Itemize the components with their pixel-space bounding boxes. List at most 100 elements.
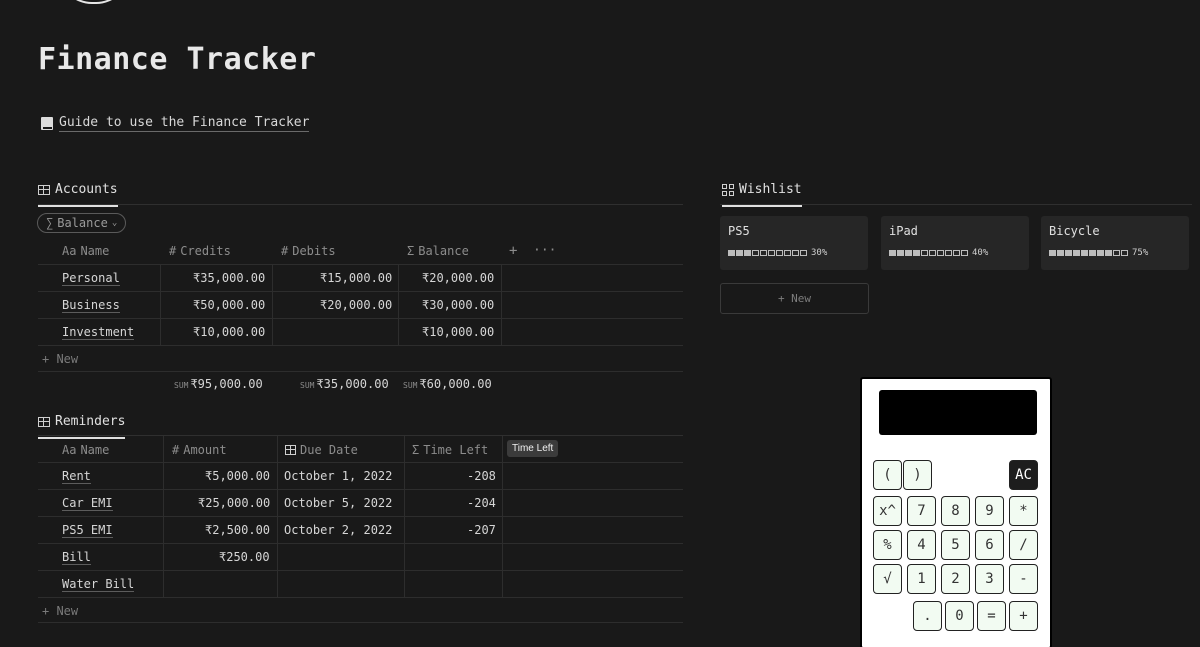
column-divider xyxy=(501,264,502,346)
key-sqrt[interactable]: √ xyxy=(873,564,902,594)
column-header-balance[interactable]: Σ Balance xyxy=(407,244,469,258)
guide-link[interactable]: Guide to use the Finance Tracker xyxy=(41,115,310,132)
column-divider xyxy=(163,436,164,598)
key-clear[interactable]: AC xyxy=(1009,460,1038,490)
column-header-name[interactable]: Aa Name xyxy=(62,443,109,457)
reminders-new-button[interactable]: + New xyxy=(42,604,78,618)
reminder-name[interactable]: Water Bill xyxy=(62,577,135,592)
column-header-due-date[interactable]: Due Date xyxy=(285,443,358,457)
key-8[interactable]: 8 xyxy=(941,496,970,526)
key-right-paren[interactable]: ) xyxy=(903,460,932,490)
calculator-display xyxy=(879,390,1037,435)
sum-label: SUM xyxy=(403,381,418,390)
text-type-icon: Aa xyxy=(62,443,77,457)
column-header-credits[interactable]: # Credits xyxy=(169,244,231,258)
key-multiply[interactable]: * xyxy=(1009,496,1038,526)
number-type-icon: # xyxy=(172,443,180,457)
sum-credits[interactable]: SUM ₹95,000.00 xyxy=(174,377,263,391)
book-icon xyxy=(41,117,53,130)
column-divider xyxy=(404,436,405,598)
key-decimal[interactable]: . xyxy=(913,601,942,631)
add-column-icon[interactable]: + xyxy=(509,243,517,259)
key-4[interactable]: 4 xyxy=(907,530,936,560)
text-type-icon: Aa xyxy=(62,244,77,258)
key-9[interactable]: 9 xyxy=(975,496,1004,526)
reminder-name[interactable]: Rent xyxy=(62,469,91,484)
key-subtract[interactable]: - xyxy=(1009,564,1038,594)
sum-debits[interactable]: SUM ₹35,000.00 xyxy=(300,377,389,391)
column-divider xyxy=(277,436,278,598)
key-5[interactable]: 5 xyxy=(941,530,970,560)
reminder-time-left: -208 xyxy=(467,469,496,483)
progress-bar xyxy=(1049,250,1128,256)
sum-balance[interactable]: SUM ₹60,000.00 xyxy=(403,377,492,391)
reminder-name[interactable]: Bill xyxy=(62,550,91,565)
progress: 75% xyxy=(1049,248,1181,258)
page-icon xyxy=(58,0,130,4)
sum-value: ₹60,000.00 xyxy=(419,377,492,391)
key-add[interactable]: + xyxy=(1009,601,1038,631)
divider xyxy=(38,435,683,436)
column-header-debits[interactable]: # Debits xyxy=(281,244,336,258)
tab-accounts-label: Accounts xyxy=(55,182,118,197)
more-options-icon[interactable]: ··· xyxy=(533,243,556,258)
account-name[interactable]: Business xyxy=(62,298,120,313)
wishlist-card[interactable]: iPad 40% xyxy=(881,216,1029,270)
formula-type-icon: Σ xyxy=(407,244,415,258)
balance-filter[interactable]: ∑ Balance ⌄ xyxy=(37,213,127,233)
reminder-time-left: -204 xyxy=(467,496,496,510)
key-equals[interactable]: = xyxy=(977,601,1006,631)
key-1[interactable]: 1 xyxy=(907,564,936,594)
account-credits[interactable]: ₹50,000.00 xyxy=(193,298,265,312)
progress-label: 30% xyxy=(811,248,828,258)
reminder-name[interactable]: PS5 EMI xyxy=(62,523,113,538)
table-icon xyxy=(38,184,50,195)
column-header-time-left[interactable]: Σ Time Left xyxy=(412,443,488,457)
wishlist-new-button[interactable]: + New xyxy=(720,283,869,314)
wishlist-card[interactable]: PS5 30% xyxy=(720,216,868,270)
key-power[interactable]: x^ xyxy=(873,496,902,526)
reminder-due-date[interactable]: October 5, 2022 xyxy=(284,496,392,510)
account-credits[interactable]: ₹35,000.00 xyxy=(193,271,265,285)
chevron-down-icon: ⌄ xyxy=(111,218,118,228)
column-label: Due Date xyxy=(300,443,358,457)
account-name[interactable]: Investment xyxy=(62,325,135,340)
sigma-icon: ∑ xyxy=(46,216,54,230)
key-divide[interactable]: / xyxy=(1009,530,1038,560)
account-debits[interactable]: ₹20,000.00 xyxy=(320,298,392,312)
row-divider xyxy=(38,371,683,372)
reminder-amount[interactable]: ₹25,000.00 xyxy=(198,496,270,510)
account-credits[interactable]: ₹10,000.00 xyxy=(193,325,265,339)
column-header-amount[interactable]: # Amount xyxy=(172,443,227,457)
account-debits[interactable]: ₹15,000.00 xyxy=(320,271,392,285)
column-label: Name xyxy=(80,244,110,258)
reminder-time-left: -207 xyxy=(467,523,496,537)
reminder-amount[interactable]: ₹5,000.00 xyxy=(205,469,270,483)
account-balance: ₹20,000.00 xyxy=(422,271,495,285)
key-6[interactable]: 6 xyxy=(975,530,1004,560)
wishlist-card[interactable]: Bicycle 75% xyxy=(1041,216,1189,270)
guide-link-label: Guide to use the Finance Tracker xyxy=(59,115,310,132)
key-0[interactable]: 0 xyxy=(945,601,974,631)
account-balance: ₹30,000.00 xyxy=(422,298,495,312)
reminder-due-date[interactable]: October 2, 2022 xyxy=(284,523,392,537)
column-divider xyxy=(272,264,273,346)
row-divider xyxy=(38,318,683,319)
row-divider xyxy=(38,264,683,265)
column-tooltip: Time Left xyxy=(507,440,559,457)
reminder-amount[interactable]: ₹250.00 xyxy=(219,550,270,564)
key-percent[interactable]: % xyxy=(873,530,902,560)
column-header-name[interactable]: Aa Name xyxy=(62,244,109,258)
accounts-new-button[interactable]: + New xyxy=(42,352,78,366)
reminder-due-date[interactable]: October 1, 2022 xyxy=(284,469,392,483)
reminder-amount[interactable]: ₹2,500.00 xyxy=(205,523,270,537)
key-2[interactable]: 2 xyxy=(941,564,970,594)
progress-label: 75% xyxy=(1132,248,1149,258)
key-left-paren[interactable]: ( xyxy=(873,460,902,490)
table-icon xyxy=(38,416,50,427)
account-name[interactable]: Personal xyxy=(62,271,120,286)
key-3[interactable]: 3 xyxy=(975,564,1004,594)
balance-filter-label: Balance xyxy=(57,216,108,230)
reminder-name[interactable]: Car EMI xyxy=(62,496,113,511)
key-7[interactable]: 7 xyxy=(907,496,936,526)
